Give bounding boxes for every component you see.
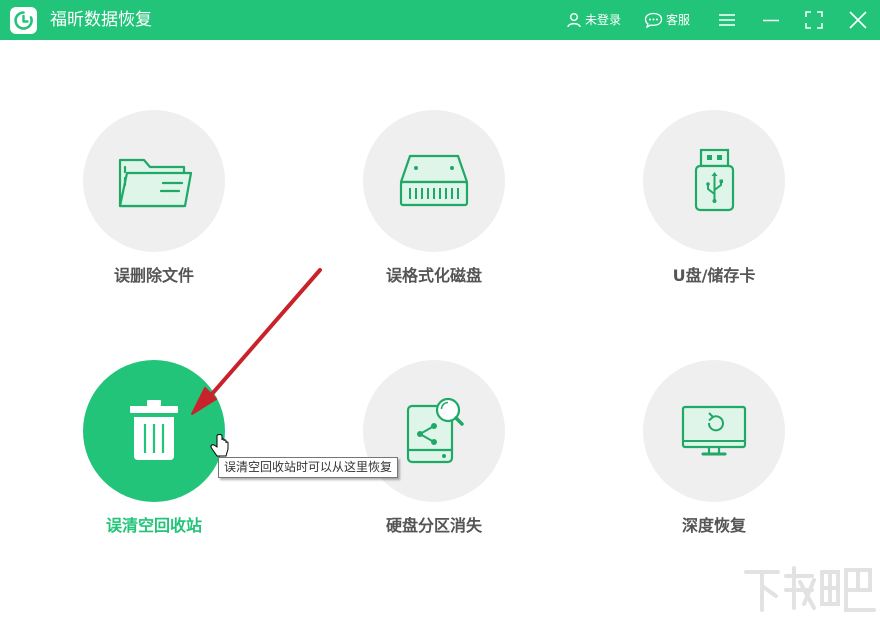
app-title: 福昕数据恢复 bbox=[50, 10, 152, 30]
folder-icon bbox=[118, 158, 193, 208]
service-label: 客服 bbox=[666, 13, 691, 27]
tile-circle bbox=[83, 360, 225, 502]
login-label: 未登录 bbox=[585, 13, 622, 27]
menu-icon[interactable] bbox=[717, 10, 737, 30]
chat-icon bbox=[644, 12, 663, 28]
watermark-logo-icon bbox=[744, 566, 876, 612]
trash-icon bbox=[130, 400, 178, 460]
tile-deep-recovery[interactable]: 深度恢复 bbox=[614, 360, 814, 560]
user-icon bbox=[567, 13, 581, 28]
disk-search-icon bbox=[406, 397, 464, 464]
tile-circle bbox=[83, 110, 225, 252]
usb-drive-icon bbox=[694, 148, 735, 212]
close-icon[interactable] bbox=[848, 10, 868, 30]
tile-label: U盘/储存卡 bbox=[672, 266, 756, 285]
tile-usb-card[interactable]: U盘/储存卡 bbox=[614, 110, 814, 310]
login-button[interactable]: 未登录 bbox=[566, 9, 621, 31]
tile-label: 误删除文件 bbox=[113, 266, 194, 285]
minimize-icon[interactable] bbox=[761, 10, 781, 30]
tile-circle bbox=[643, 110, 785, 252]
tile-circle bbox=[363, 360, 505, 502]
tooltip: 误清空回收站时可以从这里恢复 bbox=[218, 457, 399, 478]
tile-deleted-files[interactable]: 误删除文件 bbox=[54, 110, 254, 310]
maximize-icon[interactable] bbox=[804, 10, 824, 30]
hard-drive-icon bbox=[399, 154, 469, 207]
app-logo-icon bbox=[10, 7, 37, 34]
tile-formatted-disk[interactable]: 误格式化磁盘 bbox=[334, 110, 534, 310]
tile-label: 误清空回收站 bbox=[105, 516, 202, 535]
app-window: 福昕数据恢复 未登录 客服 误删除文件 误格式化磁盘 U盘/储存卡 误清空回收站… bbox=[0, 0, 880, 620]
tile-circle bbox=[643, 360, 785, 502]
tile-circle bbox=[363, 110, 505, 252]
tile-label: 深度恢复 bbox=[681, 516, 746, 535]
monitor-restore-icon bbox=[681, 405, 747, 456]
tile-label: 硬盘分区消失 bbox=[385, 516, 482, 535]
title-bar: 福昕数据恢复 未登录 客服 bbox=[0, 0, 880, 40]
tile-label: 误格式化磁盘 bbox=[385, 266, 482, 285]
customer-service-button[interactable]: 客服 bbox=[644, 9, 690, 31]
